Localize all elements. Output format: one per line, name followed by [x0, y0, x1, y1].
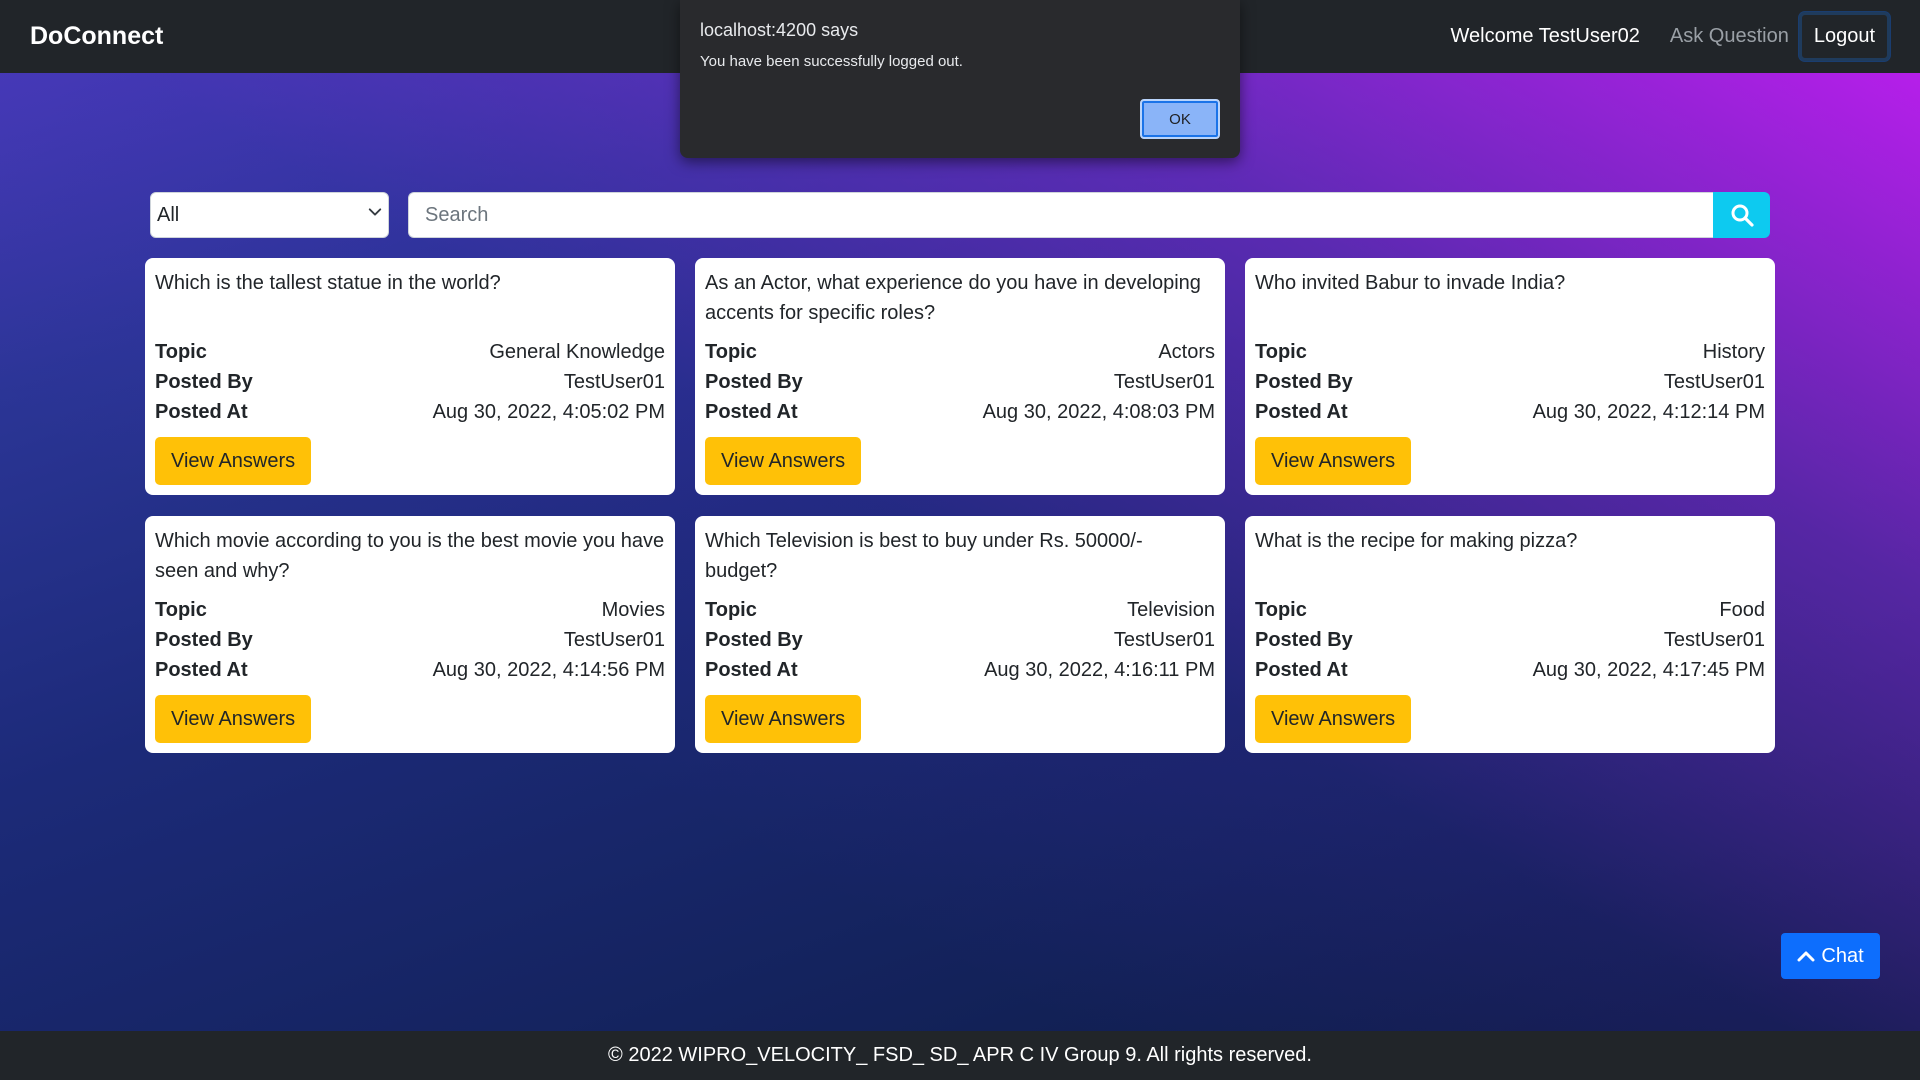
posted-at-value: Aug 30, 2022, 4:05:02 PM: [432, 401, 665, 424]
posted-by-row: Posted By TestUser01: [705, 367, 1215, 397]
posted-at-label: Posted At: [705, 659, 798, 682]
posted-at-value: Aug 30, 2022, 4:14:56 PM: [432, 659, 665, 682]
topic-filter-select[interactable]: All: [150, 192, 389, 238]
search-bar: All: [150, 192, 1770, 238]
posted-at-row: Posted At Aug 30, 2022, 4:05:02 PM: [155, 397, 665, 427]
welcome-text: Welcome TestUser02: [1450, 25, 1640, 47]
posted-by-row: Posted By TestUser01: [155, 367, 665, 397]
topic-row: Topic Actors: [705, 337, 1215, 367]
posted-by-label: Posted By: [705, 371, 803, 394]
chat-button[interactable]: Chat: [1781, 933, 1880, 979]
posted-at-value: Aug 30, 2022, 4:17:45 PM: [1532, 659, 1765, 682]
posted-at-row: Posted At Aug 30, 2022, 4:08:03 PM: [705, 397, 1215, 427]
question-cards-grid: Which is the tallest statue in the world…: [145, 258, 1775, 753]
posted-by-row: Posted By TestUser01: [155, 625, 665, 655]
topic-label: Topic: [1255, 599, 1307, 622]
question-title: As an Actor, what experience do you have…: [705, 272, 1201, 324]
question-title: Which is the tallest statue in the world…: [155, 272, 501, 294]
posted-by-row: Posted By TestUser01: [1255, 367, 1765, 397]
posted-at-row: Posted At Aug 30, 2022, 4:16:11 PM: [705, 655, 1215, 685]
posted-by-label: Posted By: [1255, 629, 1353, 652]
posted-by-row: Posted By TestUser01: [1255, 625, 1765, 655]
topic-row: Topic Movies: [155, 595, 665, 625]
question-card: Which is the tallest statue in the world…: [145, 258, 675, 495]
question-card: Who invited Babur to invade India? Topic…: [1245, 258, 1775, 495]
question-title: Which Television is best to buy under Rs…: [705, 530, 1143, 582]
posted-by-label: Posted By: [1255, 371, 1353, 394]
posted-by-value: TestUser01: [563, 371, 665, 394]
topic-label: Topic: [155, 599, 207, 622]
chevron-down-icon: [368, 208, 382, 216]
view-answers-button[interactable]: View Answers: [705, 437, 862, 485]
topic-row: Topic History: [1255, 337, 1765, 367]
question-title: Which movie according to you is the best…: [155, 530, 665, 582]
topic-value: Movies: [601, 599, 665, 622]
dialog-ok-button[interactable]: OK: [1140, 99, 1220, 139]
chat-label: Chat: [1821, 944, 1864, 967]
topic-value: Television: [1127, 599, 1215, 622]
posted-at-label: Posted At: [155, 401, 248, 424]
posted-at-value: Aug 30, 2022, 4:12:14 PM: [1532, 401, 1765, 424]
ask-question-link[interactable]: Ask Question: [1670, 25, 1789, 48]
posted-at-label: Posted At: [155, 659, 248, 682]
posted-by-label: Posted By: [155, 371, 253, 394]
dialog-title: localhost:4200 says: [700, 20, 859, 40]
view-answers-button[interactable]: View Answers: [155, 437, 312, 485]
posted-at-value: Aug 30, 2022, 4:16:11 PM: [984, 659, 1215, 682]
posted-by-value: TestUser01: [563, 629, 665, 652]
topic-label: Topic: [155, 341, 207, 364]
question-card: Which movie according to you is the best…: [145, 516, 675, 753]
posted-at-value: Aug 30, 2022, 4:08:03 PM: [982, 401, 1215, 424]
topic-value: Actors: [1158, 341, 1215, 364]
posted-at-label: Posted At: [705, 401, 798, 424]
chevron-up-icon: [1797, 951, 1815, 962]
posted-at-row: Posted At Aug 30, 2022, 4:12:14 PM: [1255, 397, 1765, 427]
posted-at-row: Posted At Aug 30, 2022, 4:14:56 PM: [155, 655, 665, 685]
posted-by-value: TestUser01: [1663, 371, 1765, 394]
posted-by-label: Posted By: [155, 629, 253, 652]
view-answers-button[interactable]: View Answers: [705, 695, 862, 743]
question-card: Which Television is best to buy under Rs…: [695, 516, 1225, 753]
question-card: As an Actor, what experience do you have…: [695, 258, 1225, 495]
posted-at-label: Posted At: [1255, 401, 1348, 424]
topic-value: History: [1702, 341, 1765, 364]
posted-by-row: Posted By TestUser01: [705, 625, 1215, 655]
topic-value: Food: [1719, 599, 1765, 622]
search-input[interactable]: [408, 192, 1713, 238]
question-title: Who invited Babur to invade India?: [1255, 272, 1566, 294]
posted-by-value: TestUser01: [1113, 371, 1215, 394]
view-answers-button[interactable]: View Answers: [155, 695, 312, 743]
topic-label: Topic: [1255, 341, 1307, 364]
dialog-message: You have been successfully logged out.: [700, 53, 963, 70]
topic-row: Topic General Knowledge: [155, 337, 665, 367]
nav-right: Welcome TestUser02 Ask Question Logout: [1451, 12, 1890, 61]
posted-at-label: Posted At: [1255, 659, 1348, 682]
topic-filter-value: All: [157, 203, 180, 226]
topic-label: Topic: [705, 599, 757, 622]
topic-label: Topic: [705, 341, 757, 364]
posted-by-label: Posted By: [705, 629, 803, 652]
topic-row: Topic Television: [705, 595, 1215, 625]
topic-value: General Knowledge: [489, 341, 665, 364]
posted-at-row: Posted At Aug 30, 2022, 4:17:45 PM: [1255, 655, 1765, 685]
alert-dialog: localhost:4200 says You have been succes…: [680, 0, 1240, 158]
topic-row: Topic Food: [1255, 595, 1765, 625]
posted-by-value: TestUser01: [1113, 629, 1215, 652]
posted-by-value: TestUser01: [1663, 629, 1765, 652]
footer-copyright: © 2022 WIPRO_VELOCITY_ FSD_ SD_ APR C IV…: [608, 1044, 1312, 1066]
search-button[interactable]: [1713, 192, 1770, 238]
view-answers-button[interactable]: View Answers: [1255, 437, 1412, 485]
logout-button[interactable]: Logout: [1798, 12, 1890, 61]
view-answers-button[interactable]: View Answers: [1255, 695, 1412, 743]
search-icon: [1731, 204, 1754, 227]
question-card: What is the recipe for making pizza? Top…: [1245, 516, 1775, 753]
brand-logo[interactable]: DoConnect: [30, 22, 163, 51]
question-title: What is the recipe for making pizza?: [1255, 530, 1578, 552]
footer: © 2022 WIPRO_VELOCITY_ FSD_ SD_ APR C IV…: [0, 1031, 1920, 1080]
